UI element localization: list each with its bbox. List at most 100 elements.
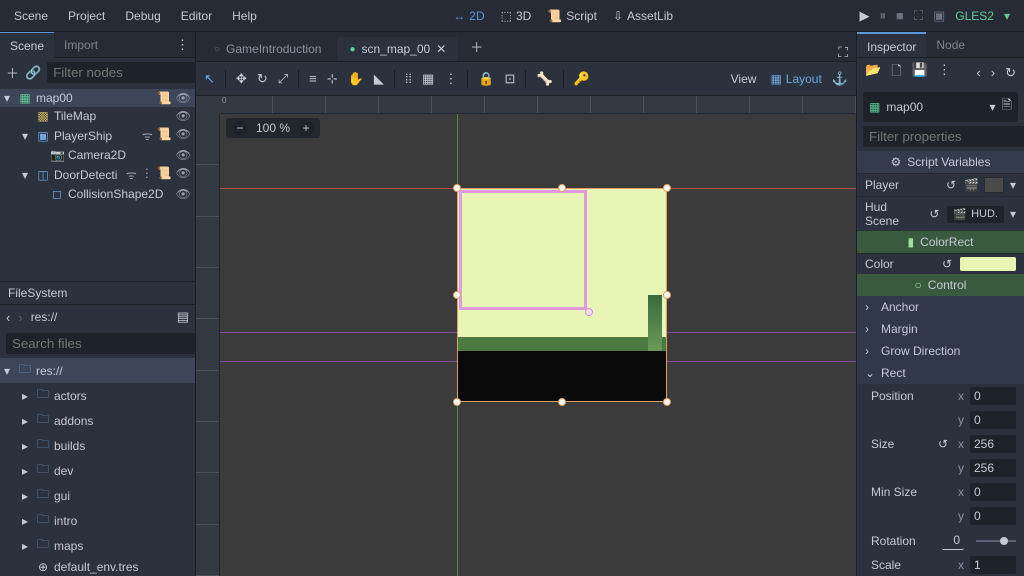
pivot-handle[interactable] bbox=[585, 308, 593, 316]
tab-import[interactable]: Import bbox=[54, 32, 108, 58]
forward-icon[interactable]: › bbox=[18, 310, 22, 325]
new-resource-icon[interactable]: 🗋 bbox=[891, 62, 901, 84]
tree-row[interactable]: ▾ ▦ map00 📜👁 bbox=[0, 89, 195, 107]
layout-menu[interactable]: ▦Layout bbox=[770, 72, 821, 86]
min-size-y[interactable]: 0 bbox=[970, 507, 1016, 525]
pivot-icon[interactable]: ⊹ bbox=[327, 71, 338, 87]
resize-handle[interactable] bbox=[453, 291, 461, 299]
canvas[interactable]: − 100 % + bbox=[220, 114, 856, 576]
scale-x[interactable]: 1 bbox=[970, 556, 1016, 574]
history-next-icon[interactable]: › bbox=[991, 65, 995, 81]
visibility-icon[interactable]: 👁 bbox=[176, 109, 191, 123]
hud-value[interactable]: 🎬HUD. bbox=[947, 206, 1004, 223]
workspace-script[interactable]: 📜Script bbox=[539, 9, 605, 23]
renderer-label[interactable]: GLES2 bbox=[955, 9, 994, 23]
reset-icon[interactable]: ↺ bbox=[927, 207, 941, 221]
tree-row[interactable]: ▩ TileMap 👁 bbox=[0, 107, 195, 125]
min-size-x[interactable]: 0 bbox=[970, 483, 1016, 501]
cat-anchor[interactable]: ›Anchor bbox=[857, 296, 1024, 318]
bone-icon[interactable]: 🦴 bbox=[536, 71, 552, 87]
visibility-icon[interactable]: 👁 bbox=[176, 187, 191, 201]
lock-icon[interactable]: 🔒 bbox=[478, 71, 494, 87]
size-y[interactable]: 256 bbox=[970, 459, 1016, 477]
fs-folder[interactable]: ▸🗀intro bbox=[0, 508, 195, 533]
resize-handle[interactable] bbox=[663, 291, 671, 299]
tree-row[interactable]: 📷 Camera2D 👁 bbox=[0, 146, 195, 164]
resource-slot[interactable] bbox=[984, 177, 1004, 193]
ruler-vertical[interactable] bbox=[196, 114, 220, 576]
history-prev-icon[interactable]: ‹ bbox=[976, 65, 980, 81]
cat-rect[interactable]: ⌄Rect bbox=[857, 362, 1024, 384]
zoom-in-icon[interactable]: + bbox=[298, 120, 314, 136]
chevron-down-icon[interactable]: ▾ bbox=[990, 100, 996, 114]
reset-icon[interactable]: ↺ bbox=[938, 437, 948, 451]
link-icon[interactable]: 🔗 bbox=[25, 65, 41, 81]
split-icon[interactable]: ▤ bbox=[177, 309, 189, 325]
ruler-tool-icon[interactable]: ◣ bbox=[374, 71, 384, 87]
script-attach-icon[interactable]: 📜 bbox=[157, 91, 172, 105]
breadcrumb[interactable]: res:// bbox=[31, 310, 58, 324]
script-attach-icon[interactable]: 📜 bbox=[157, 166, 172, 183]
history-icon[interactable]: ↻ bbox=[1005, 65, 1016, 81]
back-icon[interactable]: ‹ bbox=[6, 310, 10, 325]
chevron-down-icon[interactable]: ▾ bbox=[1010, 178, 1016, 192]
list-select-icon[interactable]: ≡ bbox=[309, 71, 317, 86]
ruler-horizontal[interactable]: 0 bbox=[220, 96, 856, 114]
scale-tool-icon[interactable]: ⤢ bbox=[278, 71, 288, 87]
anim-key-icon[interactable]: 🔑 bbox=[574, 71, 590, 87]
resize-handle[interactable] bbox=[663, 398, 671, 406]
anchor-icon[interactable]: ⚓ bbox=[832, 71, 848, 87]
workspace-assetlib[interactable]: ⇩AssetLib bbox=[605, 9, 681, 23]
fs-folder[interactable]: ▸🗀actors bbox=[0, 383, 195, 408]
move-tool-icon[interactable]: ✥ bbox=[236, 71, 247, 87]
reset-icon[interactable]: ↺ bbox=[944, 178, 958, 192]
rotate-tool-icon[interactable]: ↻ bbox=[257, 71, 268, 87]
pause-icon[interactable]: ⏸ bbox=[880, 8, 887, 24]
cat-grow-direction[interactable]: ›Grow Direction bbox=[857, 340, 1024, 362]
menu-scene[interactable]: Scene bbox=[4, 0, 58, 32]
fs-folder[interactable]: ▸🗀addons bbox=[0, 408, 195, 433]
chevron-down-icon[interactable]: ▾ bbox=[1004, 9, 1010, 23]
visibility-icon[interactable]: 👁 bbox=[176, 148, 191, 162]
tab-scene[interactable]: Scene bbox=[0, 32, 54, 59]
tab-inspector[interactable]: Inspector bbox=[857, 32, 926, 57]
reset-icon[interactable]: ↺ bbox=[940, 257, 954, 271]
script-attach-icon[interactable]: 📜 bbox=[157, 127, 172, 144]
play-scene-icon[interactable]: ⛶ bbox=[914, 8, 923, 24]
play-custom-icon[interactable]: ▣ bbox=[933, 8, 945, 24]
visibility-icon[interactable]: 👁 bbox=[176, 127, 191, 144]
position-y[interactable]: 0 bbox=[970, 411, 1016, 429]
cat-margin[interactable]: ›Margin bbox=[857, 318, 1024, 340]
save-resource-icon[interactable]: 💾 bbox=[912, 62, 928, 84]
snap-options-icon[interactable]: ⋮ bbox=[444, 71, 457, 87]
tree-row[interactable]: ▾ ◫ DoorDetecti ᯤ⋮📜👁 bbox=[0, 164, 195, 185]
close-icon[interactable]: ✕ bbox=[436, 42, 446, 56]
2d-viewport[interactable]: 0 bbox=[196, 96, 856, 576]
workspace-2d[interactable]: ↔2D bbox=[445, 9, 492, 23]
signal-icon[interactable]: ᯤ bbox=[126, 166, 137, 183]
fs-file[interactable]: ⊕default_env.tres bbox=[0, 558, 195, 576]
resize-handle[interactable] bbox=[453, 398, 461, 406]
scene-tab[interactable]: ○ GameIntroduction bbox=[202, 37, 333, 61]
fs-folder[interactable]: ▸🗀builds bbox=[0, 433, 195, 458]
menu-editor[interactable]: Editor bbox=[171, 0, 222, 32]
play-icon[interactable]: ▶ bbox=[860, 8, 870, 24]
tree-row[interactable]: ◻ CollisionShape2D 👁 bbox=[0, 185, 195, 203]
menu-project[interactable]: Project bbox=[58, 0, 115, 32]
size-x[interactable]: 256 bbox=[970, 435, 1016, 453]
rotation-slider[interactable] bbox=[976, 540, 1016, 542]
fs-search-input[interactable] bbox=[6, 333, 195, 354]
inspector-filter-input[interactable] bbox=[863, 126, 1024, 147]
add-tab-icon[interactable]: ＋ bbox=[462, 32, 491, 61]
snap-icon[interactable]: ⁞⁞ bbox=[405, 71, 412, 86]
resize-handle[interactable] bbox=[663, 184, 671, 192]
colorrect-node[interactable] bbox=[459, 190, 587, 310]
docs-icon[interactable]: 🗎 bbox=[1002, 96, 1012, 118]
visibility-icon[interactable]: 👁 bbox=[176, 91, 191, 105]
tree-row[interactable]: ▾ ▣ PlayerShip ᯤ📜👁 bbox=[0, 125, 195, 146]
signal-icon[interactable]: ᯤ bbox=[142, 127, 153, 144]
grid-icon[interactable]: ▦ bbox=[422, 71, 434, 87]
menu-help[interactable]: Help bbox=[222, 0, 267, 32]
inspector-object[interactable]: ▦ map00 ▾ 🗎 bbox=[863, 92, 1018, 122]
distraction-free-icon[interactable]: ⛶ bbox=[838, 44, 848, 61]
